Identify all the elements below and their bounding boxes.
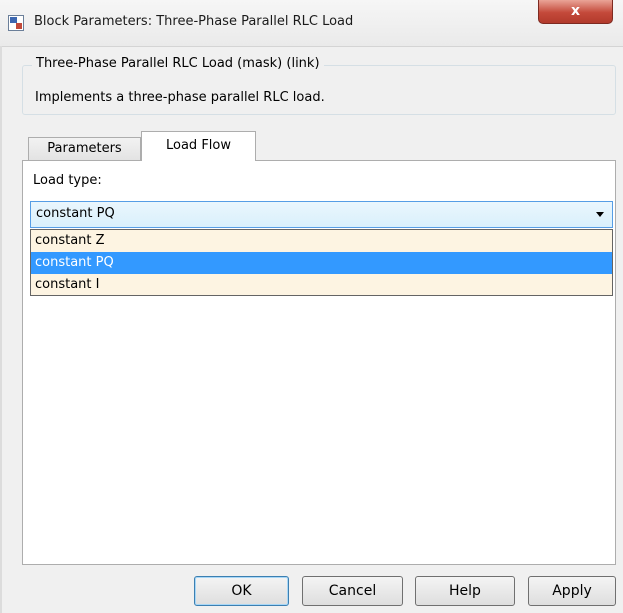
- option-constant-i[interactable]: constant I: [31, 274, 612, 296]
- dialog-window: Block Parameters: Three-Phase Parallel R…: [0, 0, 623, 613]
- tab-parameters[interactable]: Parameters: [28, 137, 141, 160]
- tab-label: Load Flow: [166, 138, 231, 153]
- chevron-down-icon: [596, 212, 604, 217]
- load-type-label: Load type:: [33, 173, 102, 188]
- mask-description: Implements a three-phase parallel RLC lo…: [35, 90, 325, 105]
- window-border: [0, 46, 2, 613]
- close-button[interactable]: x: [538, 0, 613, 24]
- title-bar[interactable]: Block Parameters: Three-Phase Parallel R…: [0, 0, 623, 47]
- cancel-button[interactable]: Cancel: [302, 576, 403, 606]
- load-type-select[interactable]: constant PQ: [30, 201, 613, 228]
- option-constant-pq[interactable]: constant PQ: [31, 252, 612, 274]
- ok-button[interactable]: OK: [194, 576, 289, 606]
- mask-legend: Three-Phase Parallel RLC Load (mask) (li…: [32, 56, 324, 71]
- simulink-block-icon: [8, 15, 24, 31]
- load-type-options-list[interactable]: constant Z constant PQ constant I: [30, 229, 613, 296]
- close-icon: x: [570, 3, 581, 19]
- help-button[interactable]: Help: [415, 576, 515, 606]
- window-title: Block Parameters: Three-Phase Parallel R…: [34, 14, 354, 29]
- tab-load-flow[interactable]: Load Flow: [141, 131, 256, 161]
- apply-button[interactable]: Apply: [528, 576, 616, 606]
- load-type-selected-value: constant PQ: [36, 206, 115, 221]
- tab-label: Parameters: [47, 141, 122, 156]
- option-constant-z[interactable]: constant Z: [31, 230, 612, 252]
